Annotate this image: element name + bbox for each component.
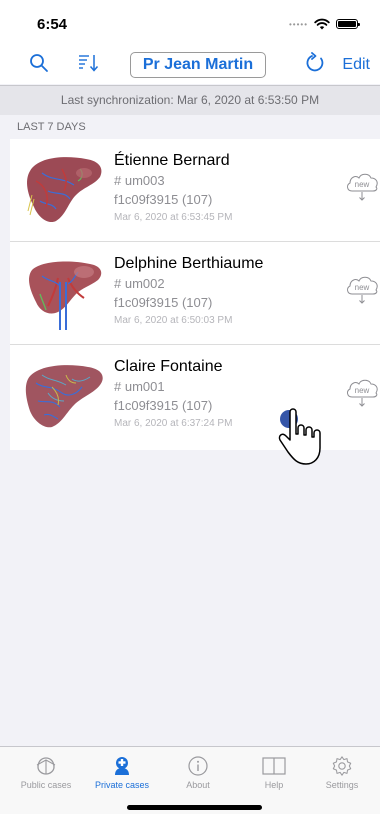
case-hash: f1c09f3915 (107) <box>114 192 213 207</box>
cloud-download-icon[interactable]: new <box>344 169 380 203</box>
tab-settings[interactable]: Settings <box>304 747 380 797</box>
refresh-icon <box>306 52 324 72</box>
sort-button[interactable] <box>76 50 102 76</box>
case-id: # um001 <box>114 379 165 394</box>
tab-bar: Public cases Private cases About Help Se… <box>0 746 380 814</box>
sync-status: Last synchronization: Mar 6, 2020 at 6:5… <box>0 85 380 115</box>
case-info: Delphine Berthiaume # um002 f1c09f3915 (… <box>114 254 263 329</box>
patient-name: Claire Fontaine <box>114 358 223 375</box>
case-info: Claire Fontaine # um001 f1c09f3915 (107)… <box>114 357 232 432</box>
doctor-selector-button[interactable]: Pr Jean Martin <box>130 52 266 78</box>
case-date: Mar 6, 2020 at 6:53:45 PM <box>114 212 233 223</box>
liver-model-thumbnail <box>29 261 102 330</box>
tab-public-cases[interactable]: Public cases <box>8 747 84 797</box>
patient-name: Delphine Berthiaume <box>114 255 264 272</box>
case-id: # um002 <box>114 276 165 291</box>
liver-model-thumbnail <box>27 157 102 223</box>
edit-button[interactable]: Edit <box>342 56 370 74</box>
tab-about[interactable]: About <box>160 747 236 797</box>
tab-label: About <box>186 780 210 790</box>
case-info: Étienne Bernard # um003 f1c09f3915 (107)… <box>114 151 232 226</box>
status-time: 6:54 <box>37 16 68 33</box>
search-button[interactable] <box>26 50 52 76</box>
case-row[interactable]: Étienne Bernard # um003 f1c09f3915 (107)… <box>10 139 380 242</box>
battery-icon <box>336 19 360 29</box>
cloud-download-icon[interactable]: new <box>344 272 380 306</box>
status-bar: 6:54 ••••• <box>0 0 380 42</box>
case-id: # um003 <box>114 173 165 188</box>
refresh-button[interactable] <box>302 50 328 76</box>
case-date: Mar 6, 2020 at 6:37:24 PM <box>114 418 233 429</box>
tab-label: Settings <box>325 780 359 790</box>
wifi-icon <box>314 18 330 30</box>
gear-icon <box>332 756 352 776</box>
tab-private-cases[interactable]: Private cases <box>84 747 160 797</box>
private-cases-icon <box>115 757 129 775</box>
new-badge: new <box>355 386 370 395</box>
search-icon <box>30 54 48 72</box>
sort-icon <box>79 55 99 72</box>
home-indicator <box>127 805 262 810</box>
case-row[interactable]: Delphine Berthiaume # um002 f1c09f3915 (… <box>10 242 380 345</box>
signal-icon: ••••• <box>288 19 308 29</box>
tab-help[interactable]: Help <box>236 747 312 797</box>
tab-label: Public cases <box>20 780 72 790</box>
section-header: LAST 7 DAYS <box>17 121 86 133</box>
liver-model-thumbnail <box>25 365 103 428</box>
tab-label: Private cases <box>94 780 150 790</box>
public-cases-icon <box>36 757 56 775</box>
status-indicators: ••••• <box>288 18 360 30</box>
new-badge: new <box>355 180 370 189</box>
case-hash: f1c09f3915 (107) <box>114 398 213 413</box>
tab-label: Help <box>264 780 284 790</box>
case-date: Mar 6, 2020 at 6:50:03 PM <box>114 315 233 326</box>
toolbar: Pr Jean Martin Edit <box>0 42 380 84</box>
pointing-hand-icon <box>278 408 321 465</box>
case-hash: f1c09f3915 (107) <box>114 295 213 310</box>
info-icon <box>188 756 208 776</box>
book-icon <box>262 757 286 775</box>
cloud-download-icon[interactable]: new <box>344 375 380 409</box>
patient-name: Étienne Bernard <box>114 152 230 169</box>
new-badge: new <box>355 283 370 292</box>
